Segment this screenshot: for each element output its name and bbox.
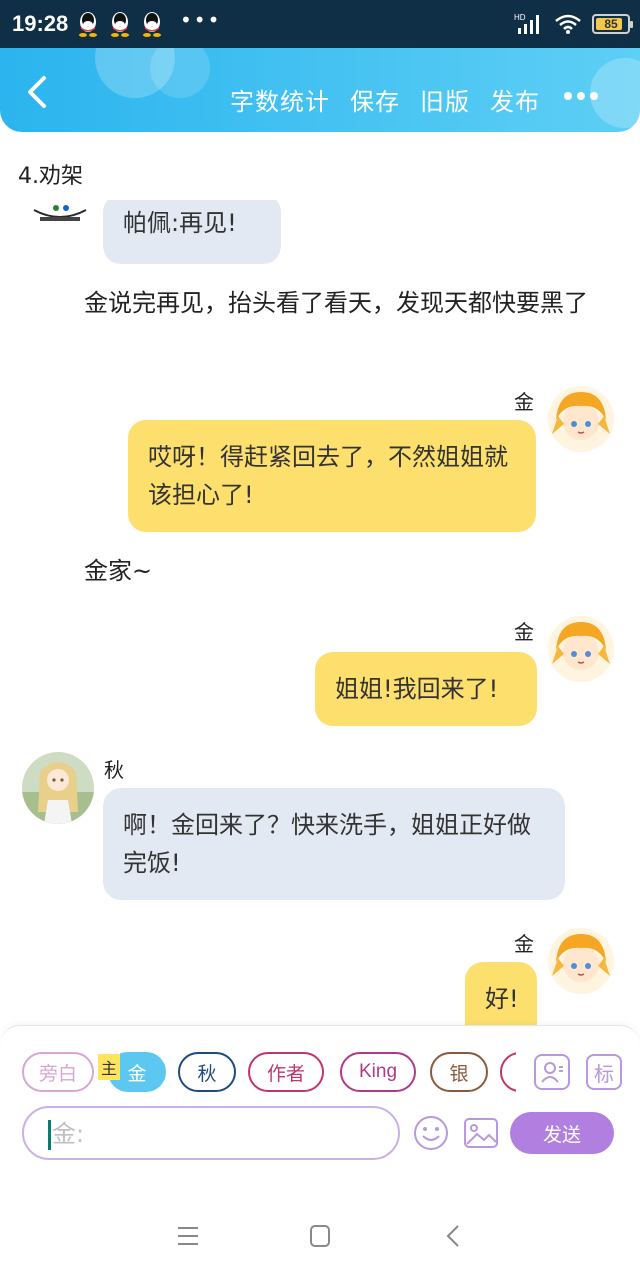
menu-icon[interactable] bbox=[168, 1221, 208, 1251]
status-time: 19:28 bbox=[12, 11, 69, 36]
chip-narrator[interactable]: 旁白 bbox=[22, 1052, 94, 1092]
main-character-tag: 主 bbox=[98, 1054, 121, 1080]
chip-more[interactable] bbox=[500, 1052, 516, 1092]
message-bubble: 哎呀！得赶紧回去了，不然姐姐就该担心了! bbox=[128, 420, 536, 532]
avatar-qiu bbox=[22, 752, 94, 824]
battery-icon: 85 bbox=[592, 14, 633, 34]
chip-yin[interactable]: 银 bbox=[430, 1052, 488, 1092]
tag-button[interactable]: 标 bbox=[586, 1054, 622, 1090]
qq-notification-icon bbox=[79, 12, 97, 37]
avatar-jin bbox=[548, 616, 614, 682]
person-icon bbox=[541, 1062, 563, 1083]
avatar-jin bbox=[548, 386, 614, 452]
chip-qiu[interactable]: 秋 bbox=[178, 1052, 236, 1092]
jin-avatar-icon bbox=[548, 928, 614, 994]
chevron-left-icon[interactable] bbox=[20, 72, 56, 112]
speaker-name: 金 bbox=[514, 932, 534, 956]
narration-text: 金家~ bbox=[84, 557, 153, 585]
system-navbar bbox=[0, 1195, 640, 1280]
text-caret bbox=[48, 1120, 51, 1150]
image-icon[interactable] bbox=[462, 1114, 500, 1152]
more-notifications-icon: ••• bbox=[180, 8, 222, 32]
jin-avatar-icon bbox=[548, 616, 614, 682]
home-square-icon[interactable] bbox=[300, 1221, 340, 1251]
message-bubble: 啊！金回来了？快来洗手，姐姐正好做完饭! bbox=[103, 788, 565, 900]
message-input-box[interactable] bbox=[22, 1106, 400, 1160]
more-dots-icon[interactable] bbox=[564, 92, 598, 102]
speaker-name: 秋 bbox=[104, 758, 124, 782]
qq-notification-icon bbox=[143, 12, 161, 37]
chip-king[interactable]: King bbox=[340, 1052, 416, 1092]
qiu-avatar-icon bbox=[22, 752, 94, 824]
emoji-icon[interactable] bbox=[412, 1114, 450, 1152]
status-bar: 19:28 ••• HD 85 bbox=[0, 0, 640, 48]
chapter-title: 4.劝架 bbox=[18, 164, 83, 189]
message-bubble: 好! bbox=[465, 962, 537, 1025]
speaker-name: 金 bbox=[514, 390, 534, 414]
chip-author[interactable]: 作者 bbox=[248, 1052, 324, 1092]
character-manage-icon[interactable] bbox=[534, 1054, 570, 1090]
cell-signal-icon: HD bbox=[514, 13, 539, 34]
message-bubble: 姐姐!我回来了! bbox=[315, 652, 537, 726]
send-button[interactable]: 发送 bbox=[510, 1112, 614, 1154]
message-bubble: 帕佩:再见! bbox=[103, 200, 281, 264]
speaker-name: 金 bbox=[514, 620, 534, 644]
old-version-button[interactable]: 旧版 bbox=[420, 82, 470, 117]
partial-avatar bbox=[30, 200, 90, 226]
header-actions: 字数统计 保存 旧版 发布 bbox=[230, 82, 540, 117]
editor-header: 字数统计 保存 旧版 发布 bbox=[0, 48, 640, 132]
back-icon[interactable] bbox=[434, 1221, 474, 1251]
composer-panel: 旁白 主 金 秋 作者 King 银 标 发送 bbox=[0, 1025, 640, 1195]
jin-avatar-icon bbox=[548, 386, 614, 452]
story-content[interactable]: 帕佩:再见! 金说完再见，抬头看了看天，发现天都快要黑了 金 哎呀！得赶紧回去了… bbox=[0, 200, 640, 1025]
character-chips[interactable]: 旁白 主 金 秋 作者 King 银 bbox=[22, 1052, 516, 1096]
qq-notification-icon bbox=[111, 12, 129, 37]
word-count-button[interactable]: 字数统计 bbox=[230, 82, 330, 117]
message-input[interactable] bbox=[52, 1114, 382, 1154]
battery-level: 85 bbox=[604, 17, 618, 31]
save-button[interactable]: 保存 bbox=[350, 82, 400, 117]
hd-label: HD bbox=[514, 13, 526, 22]
wifi-icon bbox=[555, 14, 581, 34]
publish-button[interactable]: 发布 bbox=[490, 82, 540, 117]
narration-text: 金说完再见，抬头看了看天，发现天都快要黑了 bbox=[84, 289, 588, 317]
avatar-jin bbox=[548, 928, 614, 994]
